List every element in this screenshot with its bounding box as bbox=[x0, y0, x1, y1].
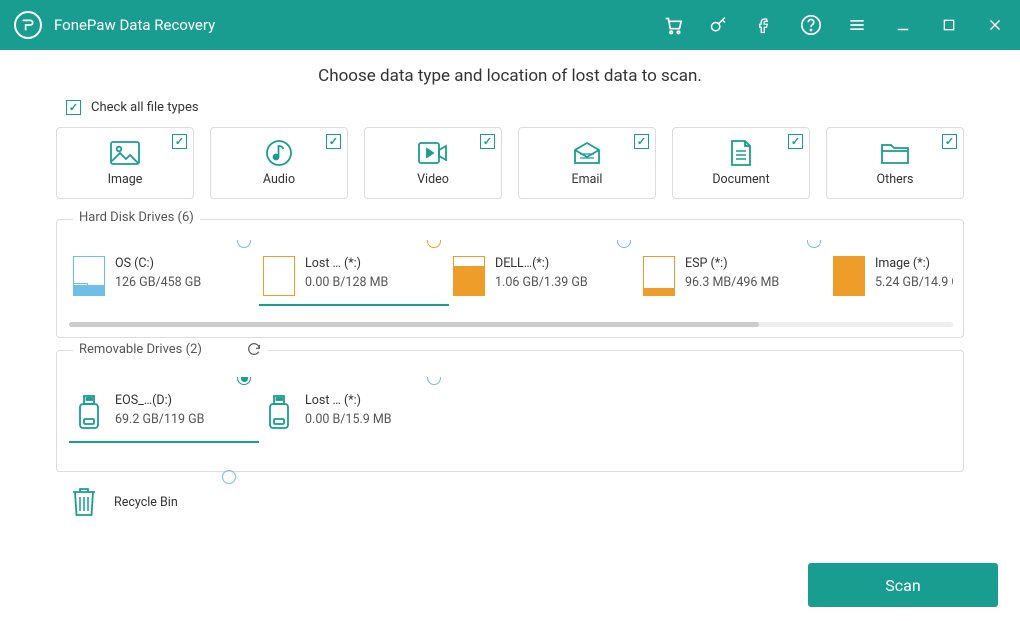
close-icon[interactable] bbox=[984, 14, 1006, 36]
removable-header: Removable Drives (2) bbox=[73, 341, 268, 357]
email-icon bbox=[572, 140, 602, 166]
titlebar-actions bbox=[662, 14, 1006, 36]
main-content: Choose data type and location of lost da… bbox=[0, 50, 1020, 530]
instructions-text: Choose data type and location of lost da… bbox=[56, 66, 964, 86]
menu-icon[interactable] bbox=[846, 14, 868, 36]
drive-lost-1[interactable]: Lost … (*:) 0.00 B/128 MB bbox=[259, 240, 449, 306]
hdd-section: Hard Disk Drives (6) ⊞ OS (C:) 126 GB/45… bbox=[56, 219, 964, 338]
image-icon bbox=[110, 140, 140, 166]
drive-size: 1.06 GB/1.39 GB bbox=[495, 275, 588, 290]
titlebar: FonePaw Data Recovery bbox=[0, 0, 1020, 50]
check-all-checkbox[interactable] bbox=[66, 100, 81, 115]
file-type-cards: Image Audio Video Email bbox=[56, 127, 964, 199]
usb-icon bbox=[263, 393, 295, 433]
type-check-others[interactable] bbox=[942, 134, 957, 149]
drive-name: ESP (*:) bbox=[685, 256, 779, 271]
type-card-video[interactable]: Video bbox=[364, 127, 502, 199]
hdd-drives-row: ⊞ OS (C:) 126 GB/458 GB Lost … (*:) bbox=[69, 240, 953, 306]
folder-icon bbox=[880, 140, 910, 166]
video-icon bbox=[418, 140, 448, 166]
drive-os-c[interactable]: ⊞ OS (C:) 126 GB/458 GB bbox=[69, 240, 259, 306]
drive-size: 126 GB/458 GB bbox=[115, 275, 201, 290]
type-label: Audio bbox=[263, 172, 295, 187]
hdd-scrollbar[interactable] bbox=[69, 322, 953, 327]
usb-icon bbox=[73, 393, 105, 433]
type-card-others[interactable]: Others bbox=[826, 127, 964, 199]
help-icon[interactable] bbox=[800, 14, 822, 36]
drive-size: 0.00 B/128 MB bbox=[305, 275, 388, 290]
drive-image[interactable]: Image (*:) 5.24 GB/14.9 GB bbox=[829, 240, 953, 306]
type-label: Video bbox=[417, 172, 449, 187]
drive-radio[interactable] bbox=[617, 240, 631, 248]
type-label: Image bbox=[108, 172, 143, 187]
drive-icon bbox=[833, 256, 865, 296]
scan-button[interactable]: Scan bbox=[808, 563, 998, 607]
drive-radio[interactable] bbox=[427, 240, 441, 248]
drive-radio[interactable] bbox=[237, 377, 251, 385]
recycle-bin-item[interactable]: Recycle Bin bbox=[68, 484, 964, 520]
type-check-audio[interactable] bbox=[326, 134, 341, 149]
maximize-icon[interactable] bbox=[938, 14, 960, 36]
drive-icon bbox=[263, 256, 295, 296]
drive-name: Lost … (*:) bbox=[305, 393, 392, 408]
type-check-image[interactable] bbox=[172, 134, 187, 149]
hdd-header: Hard Disk Drives (6) bbox=[73, 210, 200, 225]
drive-esp[interactable]: ESP (*:) 96.3 MB/496 MB bbox=[639, 240, 829, 306]
logo-area: FonePaw Data Recovery bbox=[14, 11, 215, 39]
removable-drives-row: EOS_…(D:) 69.2 GB/119 GB Lost … (*:) 0.0… bbox=[69, 377, 953, 443]
drive-lost-removable[interactable]: Lost … (*:) 0.00 B/15.9 MB bbox=[259, 377, 449, 443]
drive-eos-d[interactable]: EOS_…(D:) 69.2 GB/119 GB bbox=[69, 377, 259, 443]
check-all-row[interactable]: Check all file types bbox=[66, 100, 964, 115]
refresh-icon[interactable] bbox=[246, 341, 262, 357]
type-check-document[interactable] bbox=[788, 134, 803, 149]
drive-name: DELL…(*:) bbox=[495, 256, 588, 271]
type-label: Others bbox=[877, 172, 914, 187]
recycle-radio[interactable] bbox=[222, 470, 236, 484]
check-all-label: Check all file types bbox=[91, 100, 199, 115]
cart-icon[interactable] bbox=[662, 14, 684, 36]
drive-name: EOS_…(D:) bbox=[115, 393, 204, 408]
drive-size: 69.2 GB/119 GB bbox=[115, 412, 204, 427]
audio-icon bbox=[264, 140, 294, 166]
minimize-icon[interactable] bbox=[892, 14, 914, 36]
key-icon[interactable] bbox=[708, 14, 730, 36]
drive-icon: ⊞ bbox=[73, 256, 105, 296]
drive-radio[interactable] bbox=[237, 240, 251, 248]
app-logo-icon bbox=[14, 11, 42, 39]
type-check-email[interactable] bbox=[634, 134, 649, 149]
os-badge-icon: ⊞ bbox=[74, 283, 88, 295]
drive-icon bbox=[643, 256, 675, 296]
type-card-document[interactable]: Document bbox=[672, 127, 810, 199]
type-label: Email bbox=[572, 172, 603, 187]
drive-name: OS (C:) bbox=[115, 256, 201, 271]
drive-size: 96.3 MB/496 MB bbox=[685, 275, 779, 290]
drive-radio[interactable] bbox=[807, 240, 821, 248]
drive-dell[interactable]: DELL…(*:) 1.06 GB/1.39 GB bbox=[449, 240, 639, 306]
trash-icon bbox=[68, 484, 100, 520]
type-card-audio[interactable]: Audio bbox=[210, 127, 348, 199]
type-check-video[interactable] bbox=[480, 134, 495, 149]
drive-size: 0.00 B/15.9 MB bbox=[305, 412, 392, 427]
facebook-icon[interactable] bbox=[754, 14, 776, 36]
drive-name: Lost … (*:) bbox=[305, 256, 388, 271]
drive-name: Image (*:) bbox=[875, 256, 953, 271]
removable-header-text: Removable Drives (2) bbox=[79, 342, 202, 357]
drive-icon bbox=[453, 256, 485, 296]
drive-radio[interactable] bbox=[427, 377, 441, 385]
app-title: FonePaw Data Recovery bbox=[54, 16, 215, 34]
drive-size: 5.24 GB/14.9 GB bbox=[875, 275, 953, 290]
removable-section: Removable Drives (2) EOS_…(D:) 69.2 GB/1… bbox=[56, 350, 964, 472]
type-card-email[interactable]: Email bbox=[518, 127, 656, 199]
type-label: Document bbox=[712, 172, 769, 187]
document-icon bbox=[726, 140, 756, 166]
recycle-bin-label: Recycle Bin bbox=[114, 495, 178, 510]
type-card-image[interactable]: Image bbox=[56, 127, 194, 199]
